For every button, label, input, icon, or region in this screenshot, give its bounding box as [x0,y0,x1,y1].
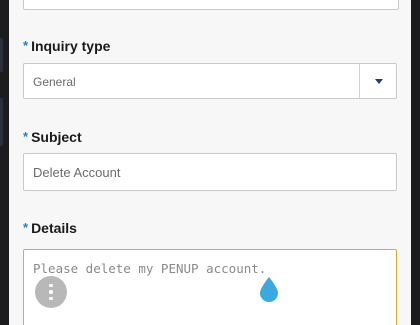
details-text: Please delete my PENUP account. [33,261,267,276]
select-divider [359,64,360,98]
required-marker: * [23,38,29,53]
inquiry-type-value: General [33,75,76,89]
subject-input[interactable]: Delete Account [23,153,397,191]
inquiry-type-label-text: Inquiry type [31,38,111,54]
previous-field[interactable] [23,0,399,10]
required-marker: * [23,220,29,235]
details-textarea[interactable]: Please delete my PENUP account. [23,249,397,325]
required-marker: * [23,129,29,144]
details-label-text: Details [31,220,77,236]
details-label: * Details [23,220,77,236]
subject-label-text: Subject [31,129,82,145]
text-cursor-handle-icon[interactable] [259,276,279,302]
more-vertical-icon[interactable] [35,276,67,308]
inquiry-type-select[interactable]: General [23,63,397,99]
inquiry-type-label: * Inquiry type [23,38,110,54]
subject-label: * Subject [23,129,82,145]
phone-side-button [0,38,3,72]
phone-side-button [0,98,3,146]
chevron-down-icon[interactable] [375,79,383,84]
inquiry-form-screen: * Inquiry type General * Subject Delete Ac… [9,0,411,325]
